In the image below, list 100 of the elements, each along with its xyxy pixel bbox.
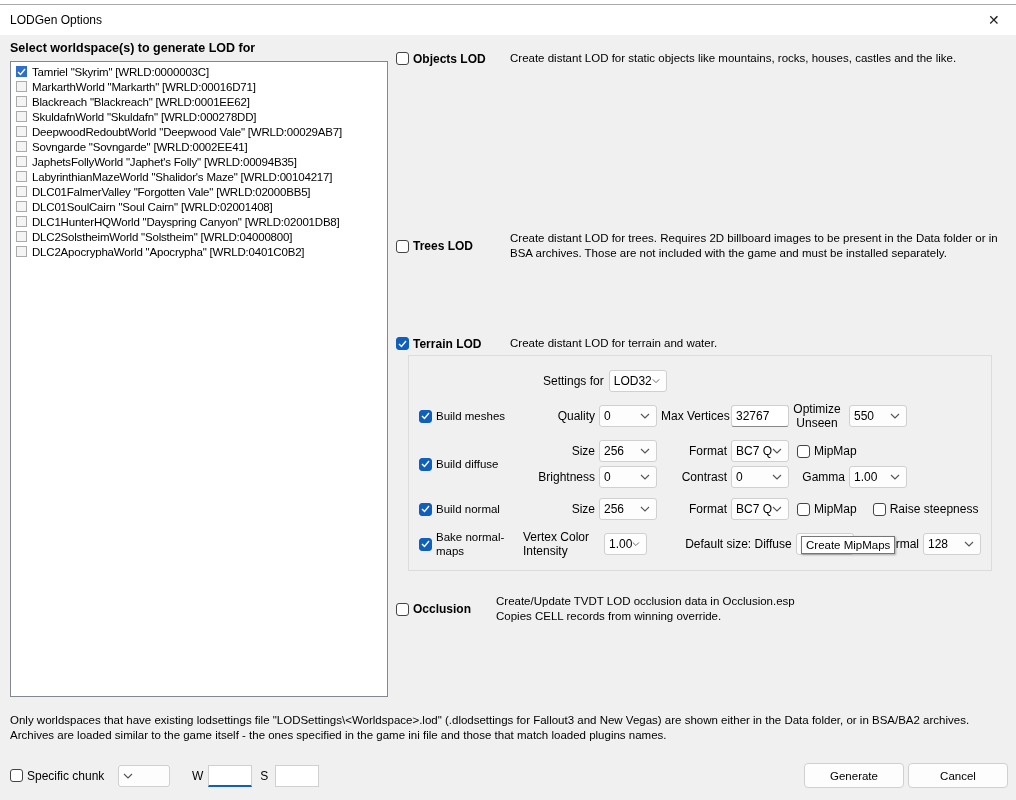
checkbox-label: Raise steepness	[889, 502, 979, 516]
field-label: Default size: Diffuse	[685, 537, 793, 551]
checkbox-label[interactable]: Build meshes	[436, 409, 523, 423]
worldspace-item[interactable]: DLC1HunterHQWorld "Dayspring Canyon" [WRLD:02001DB8]	[32, 215, 340, 228]
worldspace-item[interactable]: LabyrinthianMazeWorld "Shalidor's Maze" [WRLD:00104217]	[32, 170, 333, 183]
checkbox[interactable]	[419, 409, 432, 423]
checkbox[interactable]	[16, 141, 27, 152]
worldspace-item[interactable]: JaphetsFollyWorld "Japhet's Folly" [WRLD:00094B35]	[32, 155, 297, 168]
checkbox[interactable]	[396, 239, 409, 253]
checkbox[interactable]	[872, 502, 886, 516]
list-heading: Select worldspace(s) to generate LOD for	[10, 40, 257, 57]
checkbox[interactable]	[797, 502, 810, 516]
checkbox[interactable]	[16, 216, 27, 227]
checkbox-label[interactable]: Build diffuse	[436, 457, 523, 471]
field-label: Settings for	[543, 374, 604, 388]
field-label: Size	[570, 502, 596, 516]
dialog-button[interactable]: Cancel	[908, 763, 1008, 788]
field-label: W	[192, 768, 204, 783]
checkbox[interactable]	[16, 246, 27, 257]
checkbox-label: MipMap	[814, 444, 857, 458]
worldspace-item[interactable]: SkuldafnWorld "Skuldafn" [WRLD:000278DD]	[32, 110, 257, 123]
chevron-down-icon	[640, 506, 650, 512]
worldspace-item[interactable]: Blackreach "Blackreach" [WRLD:0001EE62]	[32, 95, 250, 108]
chevron-down-icon	[123, 772, 133, 779]
checkbox[interactable]	[396, 602, 409, 616]
worldspace-item[interactable]: DLC2ApocryphaWorld "Apocrypha" [WRLD:0401C0B2]	[32, 245, 305, 258]
worldspace-item[interactable]: Tamriel "Skyrim" [WRLD:0000003C]	[32, 65, 209, 78]
worldspace-item[interactable]: MarkarthWorld "Markarth" [WRLD:00016D71]	[32, 80, 256, 93]
dropdown[interactable]: 0	[599, 405, 657, 427]
checkbox[interactable]	[16, 126, 27, 137]
input-field[interactable]	[208, 764, 253, 787]
section-description: Create distant LOD for terrain and water.	[510, 336, 718, 351]
checkbox[interactable]	[16, 81, 27, 92]
window-title: LODGen Options	[10, 13, 103, 27]
chevron-down-icon	[640, 448, 650, 454]
checkbox-label[interactable]: Bake normal-maps	[436, 530, 516, 558]
checkbox[interactable]	[16, 231, 27, 242]
dropdown[interactable]: 0	[599, 466, 657, 488]
field-label: Vertex Color Intensity	[523, 530, 591, 558]
section-checkbox-label[interactable]: Trees LOD	[413, 239, 474, 253]
worldspace-item[interactable]: DLC01FalmerValley "Forgotten Vale" [WRLD:02000BB5]	[32, 185, 311, 198]
dropdown[interactable]: 256	[599, 440, 657, 462]
section-checkbox-label[interactable]: Terrain LOD	[413, 336, 482, 351]
checkbox[interactable]	[419, 502, 432, 516]
dropdown[interactable]: 0	[731, 466, 789, 488]
tooltip: Create MipMaps	[801, 536, 896, 554]
section-description: Copies CELL records from winning override.	[496, 609, 723, 624]
checkbox[interactable]	[10, 769, 23, 782]
checkbox[interactable]	[16, 201, 27, 212]
dropdown[interactable]: 1.00	[849, 466, 907, 488]
dropdown[interactable]: LOD32	[608, 370, 667, 392]
worldspace-item[interactable]: Sovngarde "Sovngarde" [WRLD:0002EE41]	[32, 140, 248, 153]
field-label: Optimize Unseen	[792, 402, 842, 430]
worldspace-item[interactable]: DLC2SolstheimWorld "Solstheim" [WRLD:04000800]	[32, 230, 293, 243]
checkbox[interactable]	[16, 111, 27, 122]
field-label: Format	[688, 444, 728, 458]
section-description: Create distant LOD for static objects like mountains, rocks, houses, castles and the like.	[510, 51, 957, 66]
section-description: Create distant LOD for trees. Requires 2D billboard images to be present in the Data folder or in BSA archives. Those are not included with the game and must be installed separately.	[510, 231, 999, 261]
field-label: rmal	[895, 537, 920, 551]
chevron-down-icon	[651, 378, 660, 384]
chevron-down-icon	[772, 506, 782, 512]
checkbox-label[interactable]: Specific chunk	[27, 768, 105, 783]
field-label: Contrast	[680, 470, 728, 484]
worldspace-item[interactable]: DeepwoodRedoubtWorld "Deepwood Vale" [WRLD:00029AB7]	[32, 125, 342, 138]
checkbox[interactable]	[16, 96, 27, 107]
dropdown[interactable]: 128	[923, 533, 981, 555]
field-label: Size	[570, 444, 596, 458]
close-button[interactable]: ✕	[982, 12, 1006, 28]
checkbox[interactable]	[419, 457, 432, 471]
checkbox[interactable]	[16, 66, 27, 77]
checkbox[interactable]	[797, 444, 810, 458]
checkbox[interactable]	[16, 156, 27, 167]
input-field[interactable]: 32767	[731, 405, 789, 427]
field-label: Brightness	[537, 470, 596, 484]
worldspace-item[interactable]: DLC01SoulCairn "Soul Cairn" [WRLD:02001408]	[32, 200, 273, 213]
section-checkbox-label[interactable]: Occlusion	[413, 602, 471, 616]
dropdown[interactable]: 1.00	[604, 533, 648, 555]
dropdown[interactable]: 256	[599, 498, 657, 520]
chevron-down-icon	[640, 474, 650, 480]
field-label: S	[260, 768, 269, 783]
dropdown[interactable]: BC7 Q	[731, 440, 789, 462]
section-checkbox-label[interactable]: Objects LOD	[413, 51, 486, 66]
chevron-down-icon	[772, 474, 782, 480]
checkbox[interactable]	[396, 337, 409, 350]
checkbox[interactable]	[396, 52, 409, 65]
field-label: Max Vertices	[661, 409, 731, 423]
checkbox[interactable]	[419, 537, 432, 551]
checkbox-label[interactable]: Build normal	[436, 502, 523, 516]
chevron-down-icon	[640, 413, 650, 419]
chevron-down-icon	[890, 474, 900, 480]
checkbox[interactable]	[16, 171, 27, 182]
section-description: Create/Update TVDT LOD occlusion data in Occlusion.esp	[496, 594, 795, 609]
input-field[interactable]	[275, 764, 320, 787]
info-text: Archives are loaded similar to the game itself - the ones specified in the game ini file and those that match loaded plugins names.	[10, 728, 668, 743]
field-label: Quality	[556, 409, 596, 423]
dropdown[interactable]: BC7 Q	[731, 498, 789, 520]
info-text: Only worldspaces that have existing lodsettings file "LODSettings\<Worldspace>.lod" (.dlodsettings for Fallout3 and New Vegas) are shown either in the Data folder, or in BSA/BA2 archives.	[10, 713, 971, 728]
dialog-button[interactable]: Generate	[804, 763, 904, 788]
dropdown[interactable]: 550	[849, 405, 907, 427]
checkbox[interactable]	[16, 186, 27, 197]
